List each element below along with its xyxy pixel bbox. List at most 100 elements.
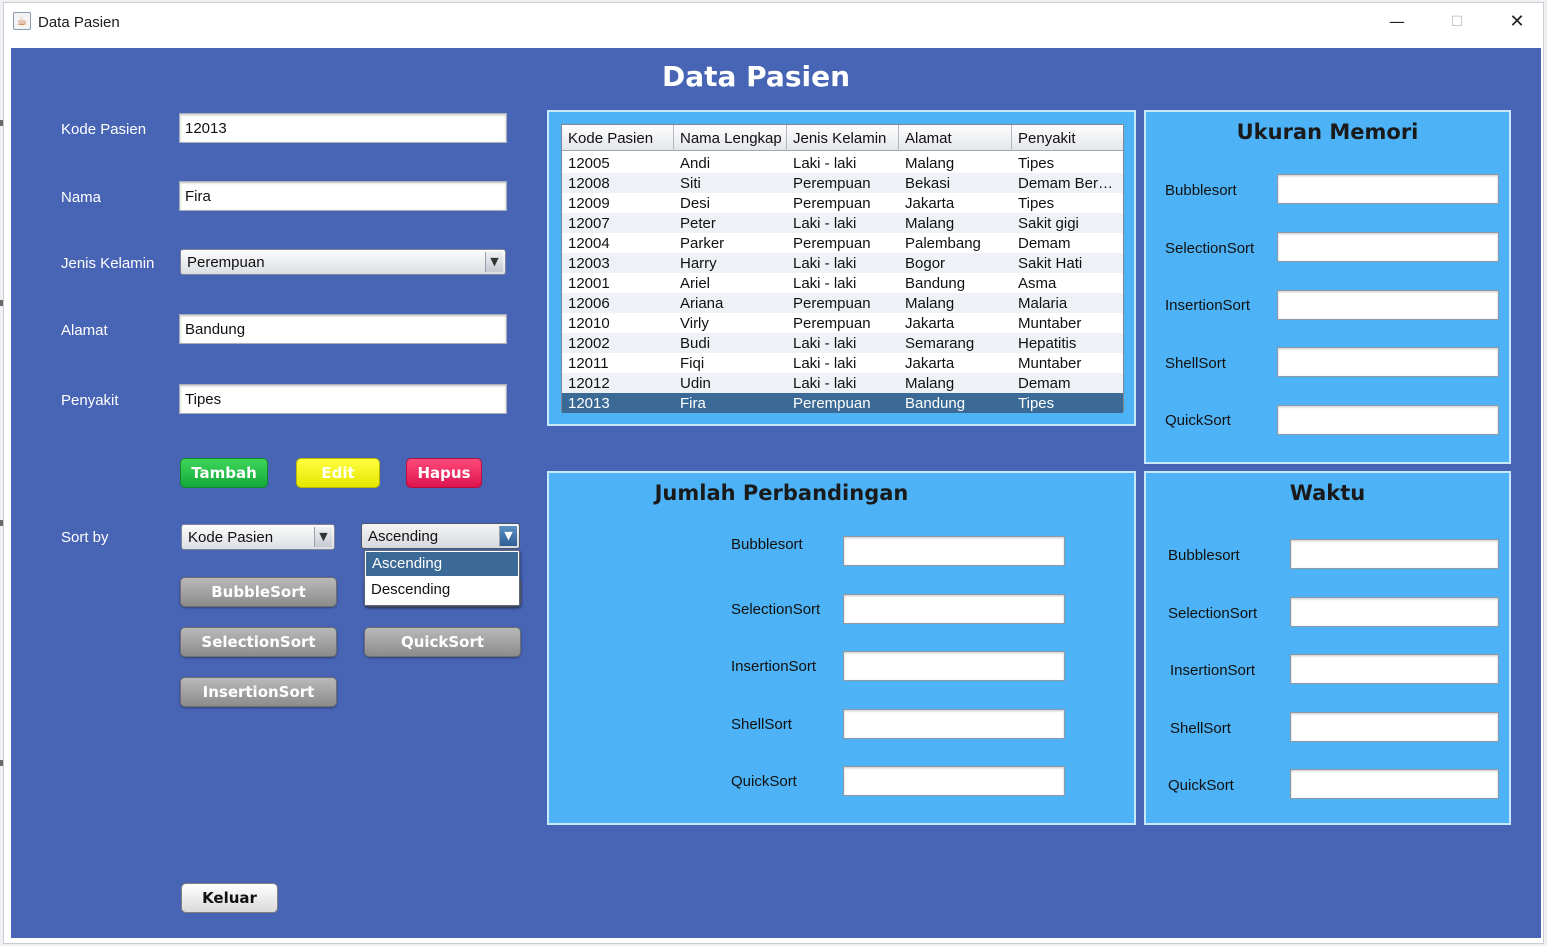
perbandingan-bubblesort-label: Bubblesort xyxy=(731,536,803,553)
table-row[interactable]: 12007 Peter Laki - laki Malang Sakit gigi xyxy=(562,213,1123,233)
keluar-button[interactable]: Keluar xyxy=(181,883,278,913)
table-cell: Andi xyxy=(680,155,711,172)
maximize-icon[interactable]: ☐ xyxy=(1428,3,1486,41)
column-header[interactable]: Nama Lengkap xyxy=(674,125,787,151)
nama-label: Nama xyxy=(61,189,102,206)
tambah-button[interactable]: Tambah xyxy=(180,458,268,488)
table-cell: 12013 xyxy=(568,395,610,412)
main-content: Data Pasien Kode Pasien 12013 Nama Fira … xyxy=(11,48,1541,938)
table-cell: Siti xyxy=(680,175,701,192)
table-cell: Muntaber xyxy=(1018,355,1082,372)
quicksort-button[interactable]: QuickSort xyxy=(364,627,521,657)
minimize-icon[interactable]: — xyxy=(1368,3,1426,41)
penyakit-field[interactable]: Tipes xyxy=(179,384,507,414)
alamat-label: Alamat xyxy=(61,322,108,339)
insertionsort-button[interactable]: InsertionSort xyxy=(180,677,337,707)
table-cell: Ariana xyxy=(680,295,724,312)
table-cell: Jakarta xyxy=(905,195,955,212)
table-cell: Malaria xyxy=(1018,295,1068,312)
chevron-down-icon[interactable]: ▼ xyxy=(499,526,517,546)
table-cell: Demam Berd... xyxy=(1018,175,1119,192)
table-row[interactable]: 12011 Fiqi Laki - laki Jakarta Muntaber xyxy=(562,353,1123,373)
perbandingan-shellsort-field[interactable] xyxy=(843,709,1065,739)
table-cell: Semarang xyxy=(905,335,975,352)
table-row[interactable]: 12004 Parker Perempuan Palembang Demam xyxy=(562,233,1123,253)
table-row[interactable]: 12006 Ariana Perempuan Malang Malaria xyxy=(562,293,1123,313)
patient-table[interactable]: Kode Pasien Nama Lengkap Jenis Kelamin A… xyxy=(561,124,1124,413)
perbandingan-quicksort-field[interactable] xyxy=(843,766,1065,796)
jenis-kelamin-combo[interactable]: Perempuan ▼ xyxy=(180,249,506,275)
table-cell: Fira xyxy=(680,395,706,412)
table-row[interactable]: 12010 Virly Perempuan Jakarta Muntaber xyxy=(562,313,1123,333)
table-cell: Virly xyxy=(680,315,709,332)
memori-quicksort-label: QuickSort xyxy=(1165,412,1231,429)
close-icon[interactable]: ✕ xyxy=(1488,3,1546,41)
table-cell: Hepatitis xyxy=(1018,335,1077,352)
table-cell: Sakit Hati xyxy=(1018,255,1083,272)
chevron-down-icon[interactable]: ▼ xyxy=(485,252,503,272)
memori-insertionsort-field[interactable] xyxy=(1277,290,1499,320)
sort-order-combo[interactable]: Ascending ▼ xyxy=(361,523,520,549)
memori-bubblesort-label: Bubblesort xyxy=(1165,182,1237,199)
perbandingan-insertionsort-field[interactable] xyxy=(843,651,1065,681)
sort-field-value: Kode Pasien xyxy=(188,529,274,546)
waktu-shellsort-field[interactable] xyxy=(1290,712,1499,742)
kode-pasien-field[interactable]: 12013 xyxy=(179,113,507,143)
waktu-panel: Waktu Bubblesort SelectionSort Insertion… xyxy=(1144,471,1511,825)
dropdown-option-descending[interactable]: Descending xyxy=(365,577,519,603)
table-cell: Perempuan xyxy=(793,235,871,252)
waktu-shellsort-label: ShellSort xyxy=(1170,720,1231,737)
table-cell: Fiqi xyxy=(680,355,705,372)
sort-order-dropdown[interactable]: Ascending Descending xyxy=(364,550,520,606)
table-cell: Budi xyxy=(680,335,711,352)
table-cell: 12002 xyxy=(568,335,610,352)
column-header[interactable]: Jenis Kelamin xyxy=(787,125,899,151)
table-cell: Laki - laki xyxy=(793,275,857,292)
table-row[interactable]: 12005 Andi Laki - laki Malang Tipes xyxy=(562,153,1123,173)
table-cell: Bandung xyxy=(905,275,966,292)
hapus-button[interactable]: Hapus xyxy=(406,458,482,488)
sort-field-combo[interactable]: Kode Pasien ▼ xyxy=(181,524,335,550)
selectionsort-button[interactable]: SelectionSort xyxy=(180,627,337,657)
title-bar[interactable]: ☕ Data Pasien — ☐ ✕ xyxy=(4,3,1543,41)
chevron-down-icon[interactable]: ▼ xyxy=(314,527,332,547)
dropdown-option-ascending[interactable]: Ascending xyxy=(366,552,518,576)
table-row[interactable]: 12003 Harry Laki - laki Bogor Sakit Hati xyxy=(562,253,1123,273)
waktu-insertionsort-field[interactable] xyxy=(1290,654,1499,684)
memori-quicksort-field[interactable] xyxy=(1277,405,1499,435)
table-row[interactable]: 12009 Desi Perempuan Jakarta Tipes xyxy=(562,193,1123,213)
column-header[interactable]: Penyakit xyxy=(1012,125,1124,151)
table-row[interactable]: 12012 Udin Laki - laki Malang Demam xyxy=(562,373,1123,393)
perbandingan-insertionsort-label: InsertionSort xyxy=(731,658,817,675)
table-row[interactable]: 12008 Siti Perempuan Bekasi Demam Berd... xyxy=(562,173,1123,193)
waktu-selectionsort-field[interactable] xyxy=(1290,597,1499,627)
page-title: Data Pasien xyxy=(661,60,850,93)
memori-bubblesort-field[interactable] xyxy=(1277,174,1499,204)
table-row[interactable]: 12001 Ariel Laki - laki Bandung Asma xyxy=(562,273,1123,293)
waktu-bubblesort-field[interactable] xyxy=(1290,539,1499,569)
edit-button[interactable]: Edit xyxy=(296,458,380,488)
table-cell: 12009 xyxy=(568,195,610,212)
table-row[interactable]: 12002 Budi Laki - laki Semarang Hepatitis xyxy=(562,333,1123,353)
table-cell: Malang xyxy=(905,155,955,172)
table-cell: Bekasi xyxy=(905,175,951,192)
alamat-field[interactable]: Bandung xyxy=(179,314,507,344)
table-row[interactable]: 12013 Fira Perempuan Bandung Tipes xyxy=(562,393,1123,413)
memori-selectionsort-field[interactable] xyxy=(1277,232,1499,262)
perbandingan-selectionsort-field[interactable] xyxy=(843,594,1065,624)
memori-shellsort-field[interactable] xyxy=(1277,347,1499,377)
table-cell: 12003 xyxy=(568,255,610,272)
table-cell: Harry xyxy=(680,255,717,272)
column-header[interactable]: Alamat xyxy=(899,125,1012,151)
table-panel: Kode Pasien Nama Lengkap Jenis Kelamin A… xyxy=(547,110,1136,426)
waktu-quicksort-field[interactable] xyxy=(1290,769,1499,799)
table-cell: 12012 xyxy=(568,375,610,392)
waktu-selectionsort-label: SelectionSort xyxy=(1168,605,1258,622)
bubblesort-button[interactable]: BubbleSort xyxy=(180,577,337,607)
nama-field[interactable]: Fira xyxy=(179,181,507,211)
column-header[interactable]: Kode Pasien xyxy=(562,125,674,151)
table-cell: Laki - laki xyxy=(793,155,857,172)
perbandingan-bubblesort-field[interactable] xyxy=(843,536,1065,566)
table-cell: Laki - laki xyxy=(793,255,857,272)
memori-shellsort-label: ShellSort xyxy=(1165,355,1226,372)
